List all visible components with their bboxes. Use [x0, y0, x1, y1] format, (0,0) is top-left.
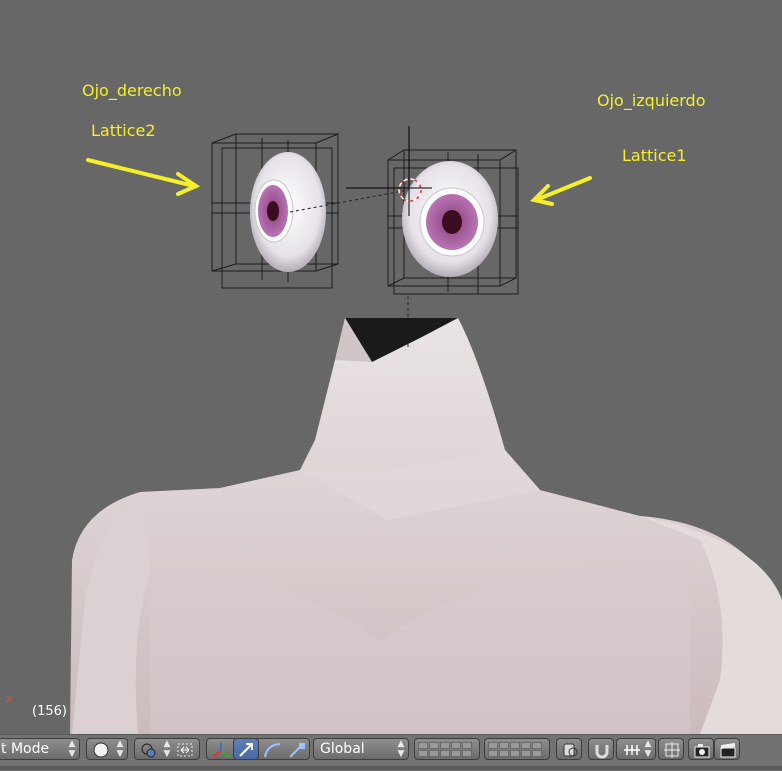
mode-label: t Mode — [1, 741, 50, 757]
left-eye-name-label: Ojo_izquierdo — [597, 91, 706, 110]
bottom-edge — [0, 766, 782, 770]
scene-render — [70, 126, 782, 734]
mode-dropdown[interactable]: t Mode ▲ ▼ — [0, 738, 80, 760]
pivot-point-dropdown[interactable]: ▲ ▼ — [134, 738, 200, 760]
magnet-icon — [595, 745, 609, 759]
transform-orientation-dropdown[interactable]: Global ▲ ▼ — [313, 738, 409, 760]
snap-target-icon — [664, 742, 680, 758]
transform-axes-icon[interactable] — [210, 741, 232, 759]
left-eye-lattice-label: Lattice1 — [622, 146, 687, 165]
translate-button[interactable] — [233, 738, 259, 760]
snap-toggle-button[interactable] — [588, 738, 614, 760]
right-eye-name-label: Ojo_derecho — [82, 81, 182, 100]
clapperboard-icon — [720, 743, 736, 758]
right-eye-lattice-label: Lattice2 — [91, 121, 156, 140]
render-animation-button[interactable] — [714, 738, 740, 760]
manipulator-group — [206, 738, 310, 760]
layers-grid-a[interactable] — [414, 738, 480, 760]
snap-element-dropdown[interactable]: ▲ ▼ — [616, 738, 656, 760]
snap-increment-icon — [624, 745, 640, 755]
left-eyeball[interactable] — [402, 161, 498, 277]
rotate-arc-icon[interactable] — [262, 741, 284, 759]
annotation-arrows — [86, 158, 592, 206]
viewport-shading-dropdown[interactable]: ▲ ▼ — [86, 738, 128, 760]
torso-mesh — [70, 296, 782, 734]
manipulate-centers-icon[interactable] — [175, 741, 197, 759]
axis-indicator-x: x — [6, 692, 13, 705]
right-eyeball[interactable] — [250, 152, 326, 272]
snap-target-button[interactable] — [658, 738, 684, 760]
proportional-edit-icon — [563, 743, 578, 757]
frame-counter: (156) — [32, 704, 67, 719]
dropdown-arrows-icon: ▲ ▼ — [68, 739, 76, 759]
layers-grid-b[interactable] — [484, 738, 550, 760]
solid-sphere-icon — [93, 742, 109, 758]
dropdown-arrows-icon: ▲ ▼ — [116, 739, 124, 759]
render-still-button[interactable] — [688, 738, 714, 760]
layers-grid-icon — [418, 742, 472, 757]
dropdown-arrows-icon: ▲ ▼ — [163, 739, 171, 759]
scale-handle-icon[interactable] — [287, 741, 309, 759]
orientation-label: Global — [320, 741, 365, 757]
3d-viewport[interactable]: Ojo_derecho Lattice2 Ojo_izquierdo Latti… — [0, 0, 782, 734]
pivot-point-icon — [141, 743, 156, 758]
layers-grid-icon — [488, 742, 542, 757]
camera-icon — [694, 744, 710, 758]
translate-arrow-icon — [239, 743, 253, 757]
proportional-edit-button[interactable] — [556, 738, 582, 760]
dropdown-arrows-icon: ▲ ▼ — [397, 739, 405, 759]
dropdown-arrows-icon: ▲ ▼ — [644, 739, 652, 759]
